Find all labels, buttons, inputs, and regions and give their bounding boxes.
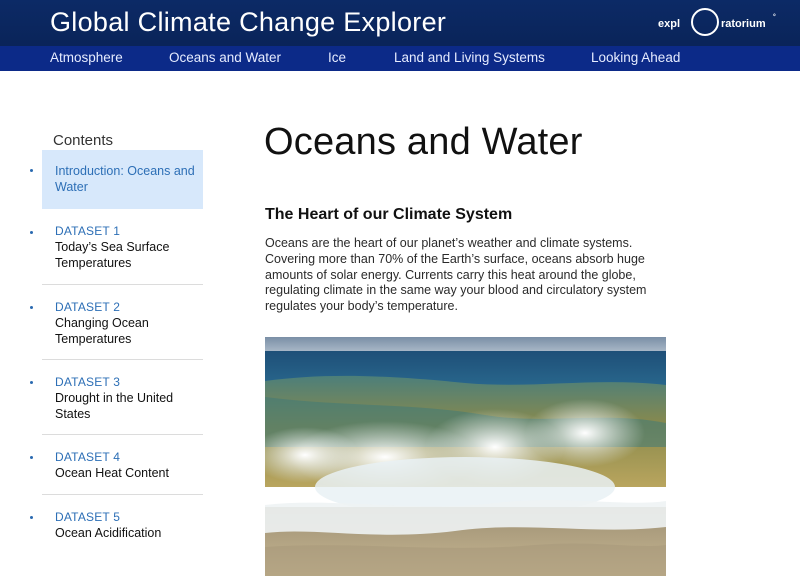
toc-item-label: Ocean Acidification	[55, 526, 162, 540]
toc-item-label: Today’s Sea Surface Temperatures	[55, 240, 170, 270]
toc-divider	[42, 284, 203, 285]
toc-divider	[42, 359, 203, 360]
toc-item-introduction[interactable]: Introduction: Oceans and Water	[30, 150, 203, 209]
exploratorium-logo[interactable]: expl ratorium °	[658, 6, 788, 38]
site-title[interactable]: Global Climate Change Explorer	[50, 7, 446, 38]
ocean-wave-photo	[265, 337, 666, 576]
nav-atmosphere[interactable]: Atmosphere	[50, 50, 123, 65]
nav-looking-ahead[interactable]: Looking Ahead	[591, 50, 680, 65]
main-nav: Atmosphere Oceans and Water Ice Land and…	[0, 46, 800, 71]
intro-paragraph: Oceans are the heart of our planet’s wea…	[265, 236, 647, 314]
toc-item-tag: DATASET 5	[55, 510, 121, 524]
logo-registered-mark: °	[773, 13, 776, 21]
toc-item-tag: DATASET 4	[55, 450, 121, 464]
bullet-icon	[30, 456, 33, 459]
toc-item-dataset-1[interactable]: DATASET 1 Today’s Sea Surface Temperatur…	[30, 220, 203, 280]
toc-item-dataset-3[interactable]: DATASET 3 Drought in the United States	[30, 370, 203, 430]
bullet-icon	[30, 516, 33, 519]
contents-heading: Contents	[53, 132, 114, 149]
logo-text-right: ratorium	[721, 18, 766, 30]
site-header: Global Climate Change Explorer expl rato…	[0, 0, 800, 46]
toc-item-dataset-4[interactable]: DATASET 4 Ocean Heat Content	[30, 445, 203, 490]
toc-item-dataset-5[interactable]: DATASET 5 Ocean Acidification	[30, 505, 203, 550]
toc-item-label: Introduction: Oceans and Water	[55, 164, 195, 194]
toc-item-tag: DATASET 1	[55, 224, 121, 238]
toc-item-tag: DATASET 2	[55, 300, 121, 314]
page-title: Oceans and Water	[264, 121, 583, 163]
toc-item-tag: DATASET 3	[55, 375, 121, 389]
toc-item-label: Ocean Heat Content	[55, 466, 169, 480]
nav-land-and-living-systems[interactable]: Land and Living Systems	[394, 50, 545, 65]
section-heading: The Heart of our Climate System	[265, 206, 513, 223]
toc-item-dataset-2[interactable]: DATASET 2 Changing Ocean Temperatures	[30, 295, 203, 355]
toc-divider	[42, 494, 203, 495]
logo-mark: expl ratorium °	[658, 8, 776, 36]
toc-divider	[42, 434, 203, 435]
bullet-icon	[30, 381, 33, 384]
bullet-icon	[30, 231, 33, 234]
toc-item-label: Changing Ocean Temperatures	[55, 316, 149, 346]
nav-oceans-and-water[interactable]: Oceans and Water	[169, 50, 281, 65]
bullet-icon	[30, 306, 33, 309]
toc-item-label: Drought in the United States	[55, 391, 174, 421]
logo-text-left: expl	[658, 18, 680, 30]
bullet-icon	[30, 169, 33, 172]
nav-ice[interactable]: Ice	[328, 50, 346, 65]
